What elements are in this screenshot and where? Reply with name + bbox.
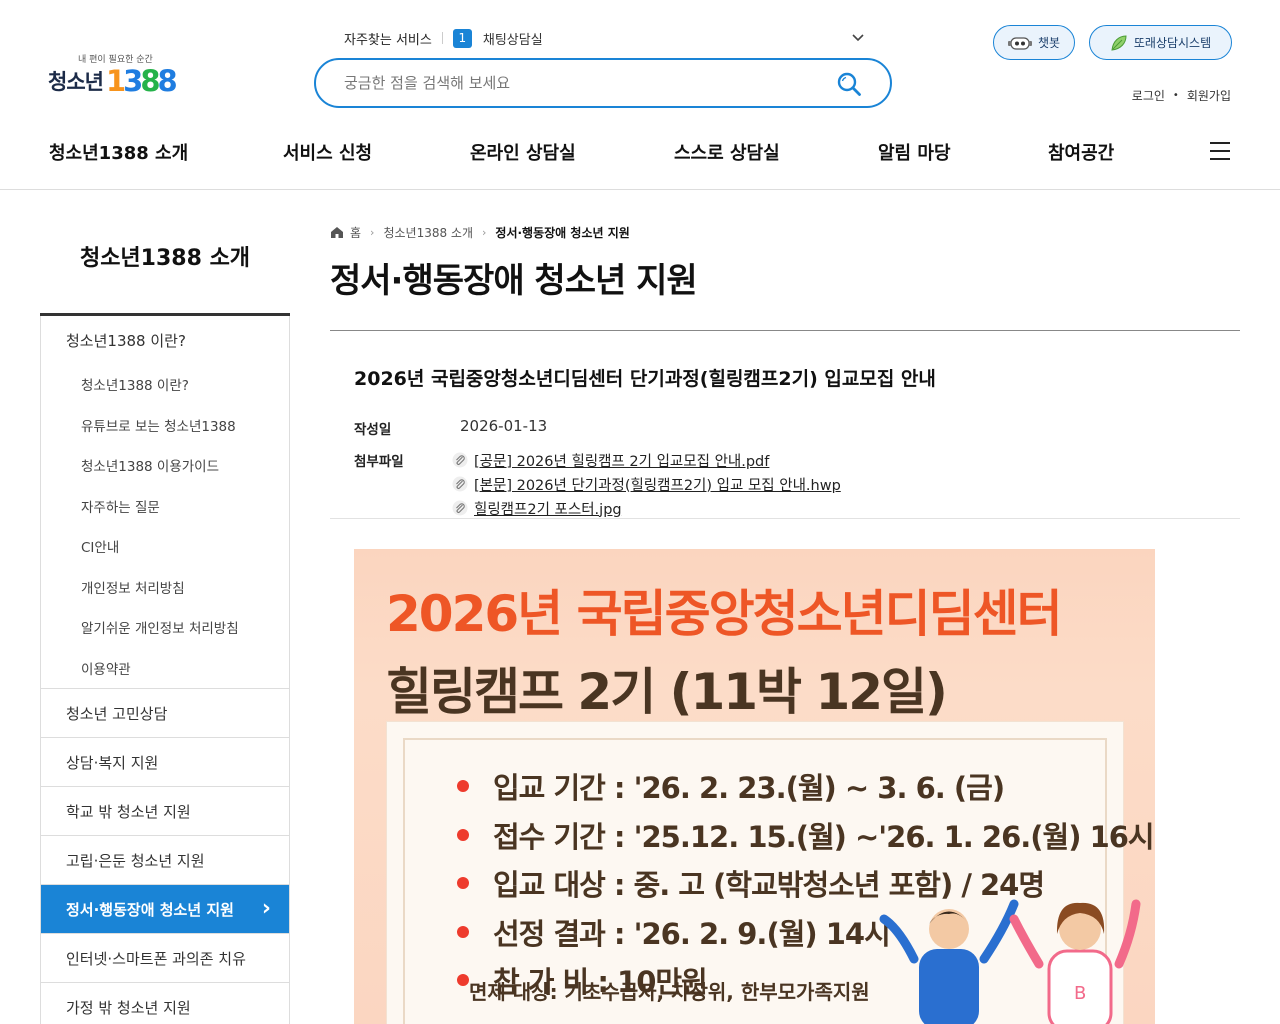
side-item[interactable]: 청소년1388 이란? [41,316,289,364]
attachment-link[interactable]: [본문] 2026년 단기과정(힐링캠프2기) 입교 모집 안내.hwp [474,474,841,495]
poster-image: 2026년 국립중앙청소년디딤센터 힐링캠프 2기 (11박 12일) 입교 기… [354,549,1155,1024]
home-icon[interactable] [330,226,344,239]
side-sub-item[interactable]: 이용약관 [41,648,289,689]
poster-info-item: 접수 기간 : '25.12. 15.(월) ~'26. 1. 26.(월) 1… [457,811,1155,860]
divider [330,518,1240,519]
logo-number: 1388 [105,63,178,98]
login-link[interactable]: 로그인 [1132,87,1165,104]
divider [441,32,443,44]
side-sub-item[interactable]: CI안내 [41,526,289,567]
quick-service-bar: 자주찾는 서비스 1 채팅상담실 [344,28,866,48]
side-item[interactable]: 가정 밖 청소년 지원 [41,983,289,1024]
gnb-item-self-counseling[interactable]: 스스로 상담실 [674,139,780,165]
side-group: 고립·은둔 청소년 지원 [40,836,290,885]
gnb-item-participation[interactable]: 참여공간 [1048,139,1114,165]
paperclip-icon [452,500,468,516]
breadcrumb-current: 정서·행동장애 청소년 지원 [495,225,630,240]
side-nav: 청소년1388 이란? 청소년1388 이란? 유튜브로 보는 청소년1388 … [40,313,290,1024]
post-title: 2026년 국립중앙청소년디딤센터 단기과정(힐링캠프2기) 입교모집 안내 [354,368,936,390]
gnb-item-service[interactable]: 서비스 신청 [283,139,372,165]
paperclip-icon [452,452,468,468]
side-nav-title: 청소년1388 소개 [79,246,251,271]
poster-subheadline: 힐링캠프 2기 (11박 12일) [386,663,948,721]
side-group: 가정 밖 청소년 지원 [40,983,290,1024]
quick-service-item[interactable]: 채팅상담실 [483,29,543,48]
peer-counseling-button[interactable]: 또래상담시스템 [1089,25,1232,60]
side-sub-item[interactable]: 청소년1388 이란? [41,364,289,405]
side-sub-item[interactable]: 유튜브로 보는 청소년1388 [41,405,289,446]
chevron-right-icon: › [370,225,375,239]
side-group: 청소년1388 이란? 청소년1388 이란? 유튜브로 보는 청소년1388 … [40,316,290,689]
join-link[interactable]: 회원가입 [1187,87,1231,104]
attachment-link[interactable]: 힐링캠프2기 포스터.jpg [474,498,622,519]
chevron-right-icon: › [261,896,271,921]
date-label: 작성일 [354,422,392,438]
attachment-link[interactable]: [공문] 2026년 힐링캠프 2기 입교모집 안내.pdf [474,450,769,471]
attachments-label: 첨부파일 [354,454,404,470]
side-group: 학교 밖 청소년 지원 [40,787,290,836]
side-item[interactable]: 고립·은둔 청소년 지원 [41,836,289,884]
side-item[interactable]: 상담·복지 지원 [41,738,289,786]
side-group: 청소년 고민상담 [40,689,290,738]
side-sub-item[interactable]: 개인정보 처리방침 [41,567,289,608]
global-nav: 청소년1388 소개 서비스 신청 온라인 상담실 스스로 상담실 알림 마당 … [0,126,1280,190]
poster-headline: 2026년 국립중앙청소년디딤센터 [386,585,1063,643]
side-sub-item[interactable]: 알기쉬운 개인정보 처리방침 [41,607,289,648]
logo-name: 청소년 [48,70,104,94]
breadcrumb-home[interactable]: 홈 [350,224,361,241]
robot-icon [1007,36,1032,50]
side-sub-item[interactable]: 청소년1388 이용가이드 [41,445,289,486]
kids-illustration: B [879,899,1141,1024]
poster-note: 면제 대상: 기초수급자, 차상위, 한부모가족지원 [469,980,870,1004]
side-item-active-label: 정서·행동장애 청소년 지원 [66,900,234,919]
quick-service-index: 1 [452,28,472,48]
leaf-icon [1111,34,1127,51]
side-group: 상담·복지 지원 [40,738,290,787]
separator-dot: • [1172,90,1179,101]
site-logo[interactable]: 내 편이 필요한 순간 청소년 1388 [48,52,188,98]
chevron-right-icon: › [482,225,487,239]
chatbot-label: 챗봇 [1037,36,1061,50]
member-links: 로그인 • 회원가입 [1132,87,1231,104]
side-item-active[interactable]: 정서·행동장애 청소년 지원 › [41,885,289,933]
gnb-item-notice[interactable]: 알림 마당 [878,139,951,165]
poster-info-item: 입교 기간 : '26. 2. 23.(월) ~ 3. 6. (금) [457,762,1154,811]
peer-counseling-label: 또래상담시스템 [1133,36,1212,50]
page-title: 정서·행동장애 청소년 지원 [330,261,698,301]
side-group: 정서·행동장애 청소년 지원 › [40,885,290,934]
attachment-list: [공문] 2026년 힐링캠프 2기 입교모집 안내.pdf [본문] 2026… [452,448,841,520]
side-item[interactable]: 학교 밖 청소년 지원 [41,787,289,835]
side-item[interactable]: 청소년 고민상담 [41,689,289,737]
side-group: 인터넷·스마트폰 과의존 치유 [40,934,290,983]
search-box [314,58,892,108]
side-item[interactable]: 인터넷·스마트폰 과의존 치유 [41,934,289,982]
divider [330,330,1240,331]
chevron-down-icon[interactable] [850,29,866,45]
search-input[interactable] [344,72,814,94]
gnb-item-online-counseling[interactable]: 온라인 상담실 [470,139,576,165]
svg-text:B: B [1074,983,1086,1004]
paperclip-icon [452,476,468,492]
post-date: 2026-01-13 [460,417,548,435]
breadcrumb: 홈 › 청소년1388 소개 › 정서·행동장애 청소년 지원 [330,224,630,240]
search-icon[interactable] [836,71,862,97]
attachment-item: 힐링캠프2기 포스터.jpg [452,496,841,520]
hamburger-menu-icon[interactable] [1210,142,1230,160]
breadcrumb-level1[interactable]: 청소년1388 소개 [383,224,473,241]
quick-service-label: 자주찾는 서비스 [344,32,432,48]
chatbot-button[interactable]: 챗봇 [993,25,1075,60]
side-sub-item[interactable]: 자주하는 질문 [41,486,289,527]
attachment-item: [본문] 2026년 단기과정(힐링캠프2기) 입교 모집 안내.hwp [452,472,841,496]
attachment-item: [공문] 2026년 힐링캠프 2기 입교모집 안내.pdf [452,448,841,472]
gnb-item-about[interactable]: 청소년1388 소개 [49,139,188,165]
